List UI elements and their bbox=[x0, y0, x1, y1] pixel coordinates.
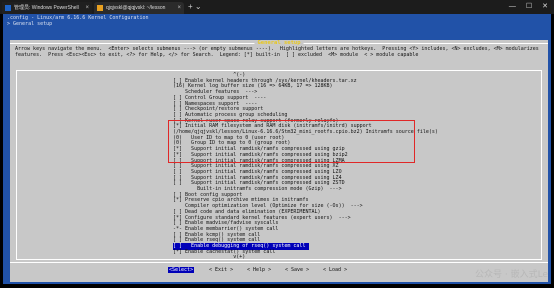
watermark: 公众号 · 嵌入式Le bbox=[475, 270, 548, 280]
terminal-tab-bar: 管理员: Windows PowerShell × qjqjvskl@qjqjv… bbox=[0, 0, 554, 14]
config-option[interactable]: v(+) bbox=[173, 254, 245, 261]
close-tab-icon[interactable]: × bbox=[85, 2, 89, 14]
minimize-button[interactable]: — bbox=[509, 0, 516, 14]
linux-icon bbox=[97, 5, 103, 11]
new-tab-button[interactable]: + ⌄ bbox=[188, 2, 202, 12]
terminal-area[interactable]: .config - Linux/arm 6.16.6 Kernel Config… bbox=[3, 14, 551, 284]
tab-ssh-session[interactable]: qjqjvskl@qjqjvskl: ~/lesson × bbox=[94, 2, 184, 14]
dialog-button-bar: <Select> < Exit > < Help > < Save > < Load > bbox=[10, 262, 548, 275]
tab-powershell[interactable]: 管理员: Windows PowerShell × bbox=[2, 2, 92, 14]
close-window-button[interactable]: ✕ bbox=[542, 0, 548, 14]
dialog-button-4[interactable]: < Load > bbox=[322, 267, 348, 273]
tab-label: qjqjvskl@qjqjvskl: ~/lesson bbox=[106, 5, 166, 11]
maximize-button[interactable]: ☐ bbox=[526, 0, 532, 14]
config-option-list[interactable]: ^(-)[ ] Enable kernel headers through /s… bbox=[16, 70, 542, 260]
dialog-button-1[interactable]: < Exit > bbox=[208, 267, 234, 273]
help-text: Arrow keys navigate the menu. <Enter> se… bbox=[15, 46, 543, 58]
dialog-button-3[interactable]: < Save > bbox=[284, 267, 310, 273]
help-line: features. Press <Esc><Esc> to exit, <?> … bbox=[15, 52, 419, 58]
window-controls: — ☐ ✕ bbox=[509, 0, 552, 14]
dialog-button-2[interactable]: < Help > bbox=[246, 267, 272, 273]
dialog-button-0[interactable]: <Select> bbox=[168, 267, 195, 273]
annotation-highlight-box bbox=[168, 120, 415, 163]
tab-label: 管理员: Windows PowerShell bbox=[14, 5, 79, 11]
menu-breadcrumb: > General setup bbox=[7, 21, 53, 27]
menuconfig-dialog: General setup Arrow keys navigate the me… bbox=[10, 40, 548, 282]
powershell-icon bbox=[5, 5, 11, 11]
close-tab-icon[interactable]: × bbox=[177, 2, 181, 14]
